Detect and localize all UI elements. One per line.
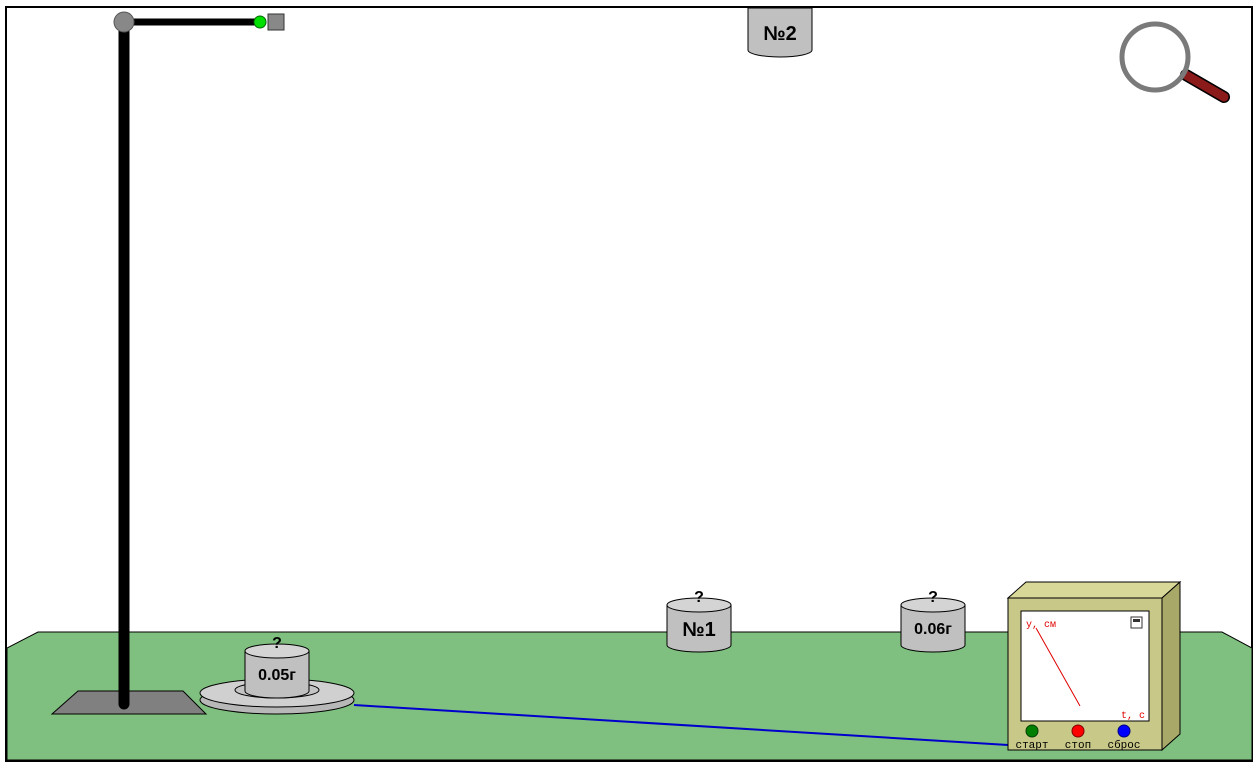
stop-label: стоп bbox=[1065, 740, 1091, 752]
device-top-face bbox=[1006, 581, 1182, 599]
reset-label: сброс bbox=[1107, 739, 1140, 752]
weight-005g-label: 0.05г bbox=[258, 667, 296, 684]
weight-no1-hook: ? bbox=[694, 589, 704, 606]
device-x-axis-label: t, с bbox=[1121, 711, 1145, 722]
weight-no2-label: №2 bbox=[763, 23, 796, 45]
release-clamp[interactable] bbox=[267, 13, 285, 31]
weight-005g-hook: ? bbox=[272, 635, 282, 652]
weight-no2[interactable]: №2 bbox=[747, 7, 813, 58]
stop-button[interactable] bbox=[1071, 724, 1085, 738]
measuring-device: y, см t, с старт стоп сброс bbox=[1006, 580, 1182, 752]
stand-pivot bbox=[113, 11, 135, 33]
weight-006g-label: 0.06г bbox=[914, 621, 952, 638]
release-indicator[interactable] bbox=[253, 15, 267, 29]
experiment-scene: №2 ? 0.05г ? №1 ? 0.06г y, см t, с старт… bbox=[5, 6, 1253, 762]
weight-006g-hook: ? bbox=[928, 589, 938, 606]
weight-no1-label: №1 bbox=[682, 619, 715, 641]
start-button[interactable] bbox=[1025, 724, 1039, 738]
window-icon[interactable] bbox=[1130, 616, 1143, 629]
device-side-face bbox=[1161, 580, 1181, 752]
start-label: старт bbox=[1015, 740, 1048, 752]
device-y-axis-label: y, см bbox=[1026, 620, 1056, 631]
reset-button[interactable] bbox=[1117, 724, 1131, 738]
